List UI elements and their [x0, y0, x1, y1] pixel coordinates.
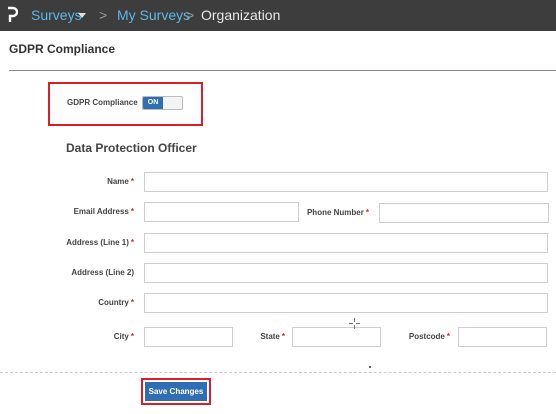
product-logo-icon[interactable]: [6, 6, 18, 24]
address-line-2-label: Address (Line 2): [71, 268, 134, 277]
breadcrumb-separator: >: [99, 7, 108, 23]
city-label: City *: [113, 332, 134, 341]
stray-dot: [369, 366, 371, 368]
city-field[interactable]: [144, 327, 233, 347]
gdpr-compliance-toggle[interactable]: ON: [142, 96, 183, 110]
breadcrumb-my-surveys[interactable]: My Surveys: [117, 6, 190, 24]
required-asterisk: *: [130, 207, 134, 216]
email-field[interactable]: [144, 202, 299, 222]
phone-field[interactable]: [379, 203, 549, 223]
breadcrumb-surveys[interactable]: Surveys: [31, 6, 82, 24]
email-address-label: Email Address *: [73, 207, 134, 216]
required-asterisk: *: [130, 332, 134, 341]
phone-number-label: Phone Number *: [306, 208, 369, 217]
section-title: Data Protection Officer: [66, 141, 197, 155]
save-changes-button[interactable]: Save Changes: [145, 382, 207, 401]
breadcrumb-separator: >: [186, 7, 195, 23]
name-label: Name *: [107, 177, 134, 186]
required-asterisk: *: [446, 332, 450, 341]
required-asterisk: *: [365, 208, 369, 217]
address-line-1-label: Address (Line 1) *: [66, 238, 134, 247]
toggle-on-label: ON: [143, 97, 163, 109]
country-label: Country *: [98, 298, 134, 307]
state-label: State *: [260, 332, 285, 341]
name-field[interactable]: [144, 172, 548, 192]
postcode-field[interactable]: [458, 327, 547, 347]
required-asterisk: *: [281, 332, 285, 341]
top-navigation-bar: Surveys > My Surveys > Organization: [0, 0, 556, 31]
title-divider: [9, 70, 556, 71]
country-field[interactable]: [144, 293, 548, 313]
address-line-1-field[interactable]: [144, 233, 548, 253]
required-asterisk: *: [130, 298, 134, 307]
page-title: GDPR Compliance: [9, 42, 116, 56]
required-asterisk: *: [130, 177, 134, 186]
required-asterisk: *: [130, 238, 134, 247]
address-line-2-field[interactable]: [144, 263, 548, 283]
crosshair-cursor-icon: [349, 318, 360, 329]
state-field[interactable]: [292, 327, 381, 347]
chevron-down-icon[interactable]: [78, 13, 86, 18]
breadcrumb-organization: Organization: [201, 7, 281, 23]
footer-divider: [0, 372, 556, 373]
gdpr-compliance-label: GDPR Compliance: [67, 98, 138, 107]
postcode-label: Postcode *: [408, 332, 450, 341]
